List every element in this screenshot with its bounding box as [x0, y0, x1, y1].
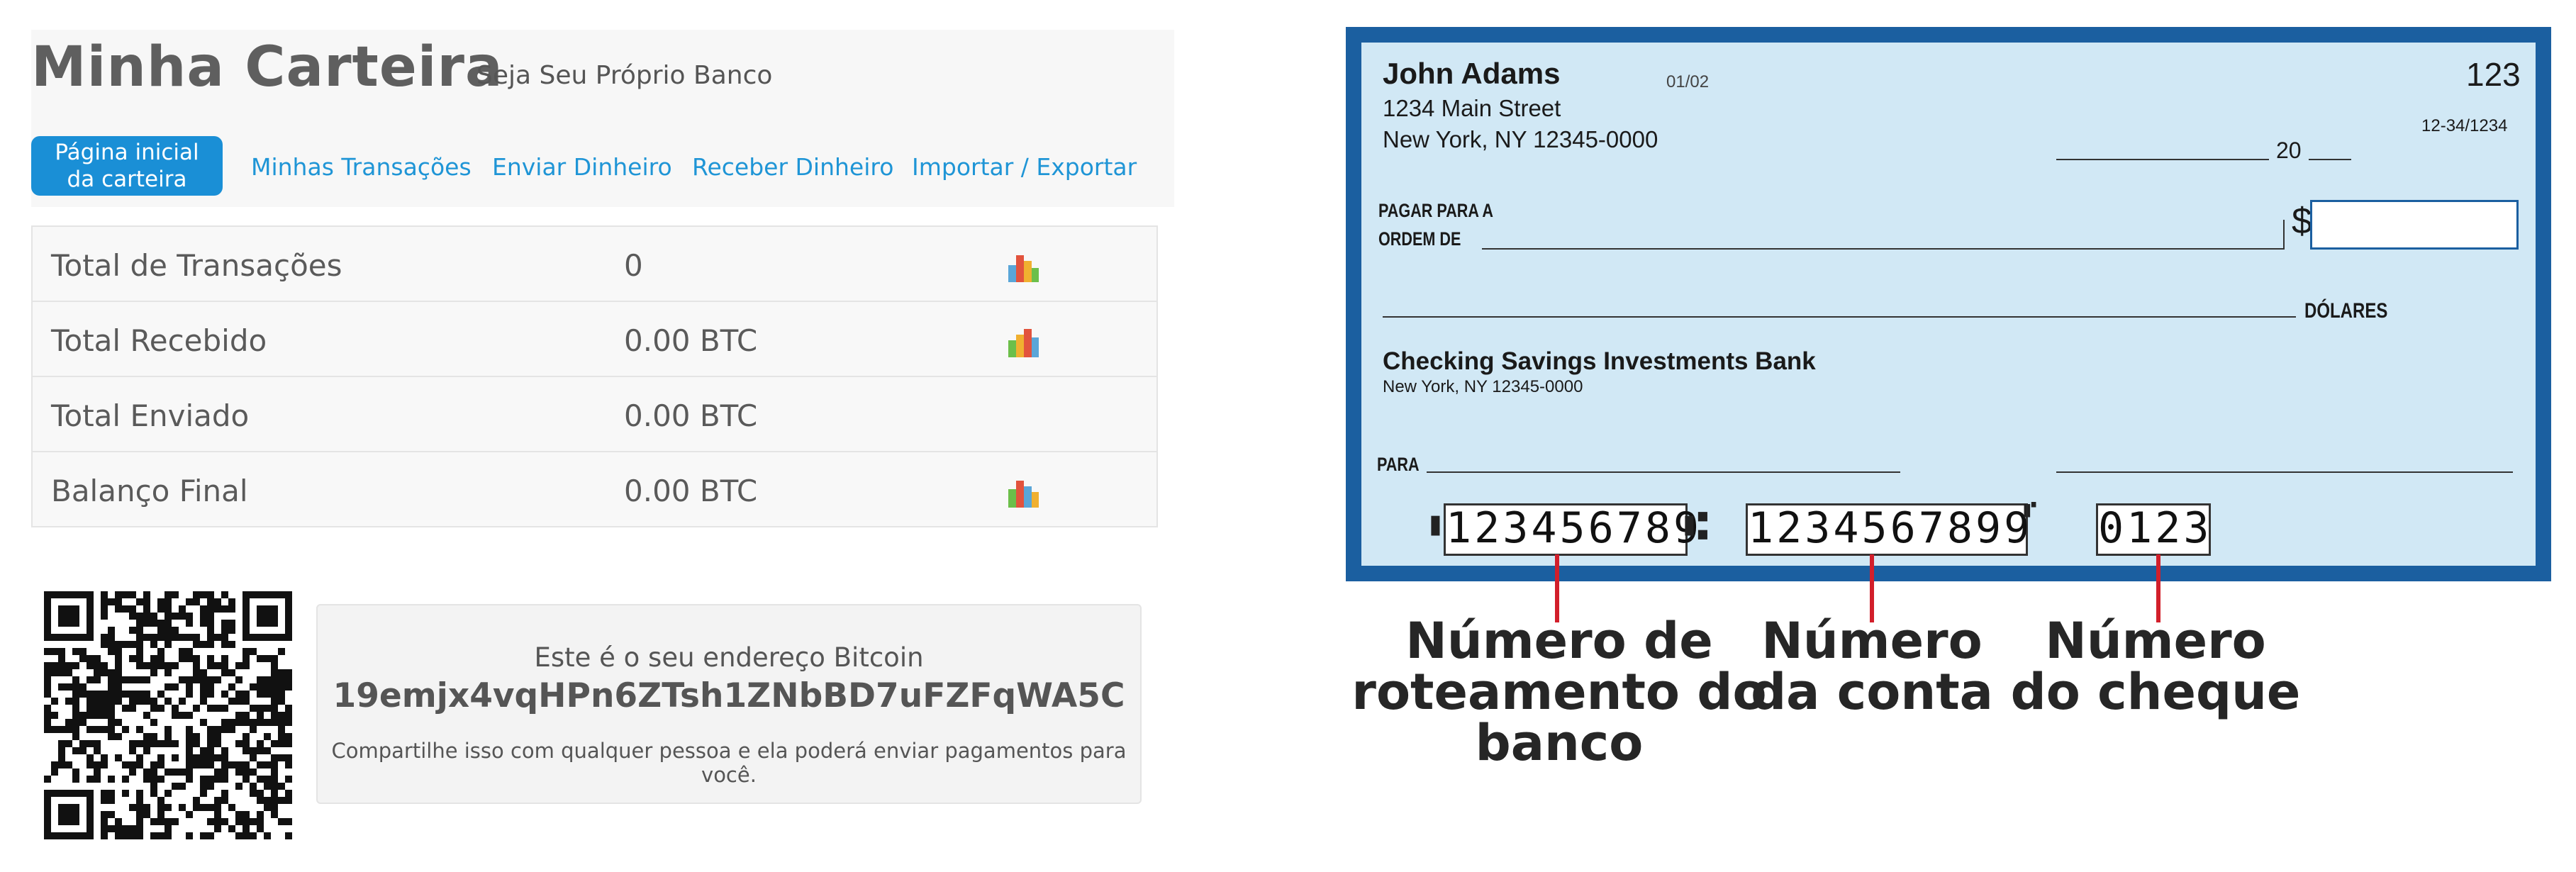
holder-name: John Adams	[1383, 57, 1561, 90]
date-line-year	[2309, 159, 2351, 160]
chart-icon[interactable]	[1005, 252, 1039, 284]
nav-link-import-export[interactable]: Importar / Exportar	[912, 153, 1137, 181]
address-note: Compartilhe isso com qualquer pessoa e e…	[331, 739, 1127, 787]
qr-code	[44, 591, 292, 839]
holder-city: New York, NY 12345-0000	[1383, 126, 1658, 152]
table-row: Balanço Final 0.00 BTC	[33, 452, 1156, 526]
memo-line	[1427, 471, 1900, 473]
row-value: 0	[624, 248, 643, 283]
payee-line-end	[2283, 220, 2285, 250]
row-value: 0.00 BTC	[624, 474, 758, 508]
page-title: Minha Carteira	[31, 35, 503, 99]
chart-icon[interactable]	[1005, 478, 1039, 509]
callout-check-label: Número do cheque	[2010, 612, 2301, 721]
chart-icon[interactable]	[1005, 328, 1039, 359]
nav-link-receive[interactable]: Receber Dinheiro	[692, 153, 893, 181]
address-caption: Este é o seu endereço Bitcoin	[534, 642, 924, 673]
routing-number: 123456789	[1444, 503, 1699, 556]
callout-routing-label: Número de roteamento do banco	[1351, 612, 1767, 772]
row-label: Total de Transações	[51, 248, 342, 283]
nav-link-send[interactable]: Enviar Dinheiro	[492, 153, 672, 181]
callout-account-label: Número da conta	[1751, 612, 1993, 721]
micr-transit-symbol: ⑆	[1685, 503, 1708, 548]
dollars-label: DÓLARES	[2304, 299, 2388, 323]
nav-link-transactions[interactable]: Minhas Transações	[251, 153, 472, 181]
table-row: Total de Transações 0	[33, 227, 1156, 302]
cheque: John Adams 1234 Main Street New York, NY…	[1346, 27, 2551, 581]
holder-street: 1234 Main Street	[1383, 95, 1561, 121]
row-label: Total Recebido	[51, 323, 267, 358]
amount-box[interactable]	[2310, 200, 2519, 250]
check-number: 123	[2466, 56, 2521, 93]
cheque-paper: John Adams 1234 Main Street New York, NY…	[1361, 43, 2536, 566]
row-value: 0.00 BTC	[624, 398, 758, 433]
table-row: Total Enviado 0.00 BTC	[33, 377, 1156, 452]
date-line	[2056, 159, 2269, 160]
row-value: 0.00 BTC	[624, 323, 758, 358]
bank-city: New York, NY 12345-0000	[1383, 377, 1583, 396]
wallet-header: Minha Carteira Seja Seu Próprio Banco Pá…	[31, 30, 1174, 207]
pay-to-label-2: ORDEM DE	[1378, 228, 1461, 250]
date-prefix: 20	[2276, 138, 2302, 163]
payee-line	[1482, 248, 2285, 250]
bitcoin-address-panel: Este é o seu endereço Bitcoin 19emjx4vqH…	[316, 604, 1142, 804]
row-label: Balanço Final	[51, 474, 248, 508]
table-row: Total Recebido 0.00 BTC	[33, 302, 1156, 377]
signature-line	[2056, 471, 2513, 473]
wallet-nav: Página inicial da carteira Minhas Transa…	[31, 136, 1174, 200]
pay-to-label-1: PAGAR PARA A	[1378, 200, 1493, 221]
account-number: 1234567899	[1746, 503, 2029, 556]
micr-on-us-symbol: ⑈	[2024, 498, 2036, 522]
currency-symbol: $	[2292, 201, 2312, 242]
date-code: 01/02	[1666, 72, 1710, 91]
row-label: Total Enviado	[51, 398, 250, 433]
amount-words-line	[1383, 316, 2296, 318]
wallet-summary-table: Total de Transações 0 Total Recebido 0.0…	[31, 225, 1158, 527]
check-serial: 0123	[2096, 503, 2211, 556]
page-subtitle: Seja Seu Próprio Banco	[476, 61, 773, 90]
bank-name: Checking Savings Investments Bank	[1383, 347, 1816, 375]
nav-tab-wallet-home[interactable]: Página inicial da carteira	[31, 136, 223, 196]
bitcoin-address[interactable]: 19emjx4vqHPn6ZTsh1ZNbBD7uFZFqWA5C	[318, 676, 1140, 715]
fraction-code: 12-34/1234	[2421, 116, 2508, 135]
memo-label: PARA	[1377, 454, 1420, 475]
